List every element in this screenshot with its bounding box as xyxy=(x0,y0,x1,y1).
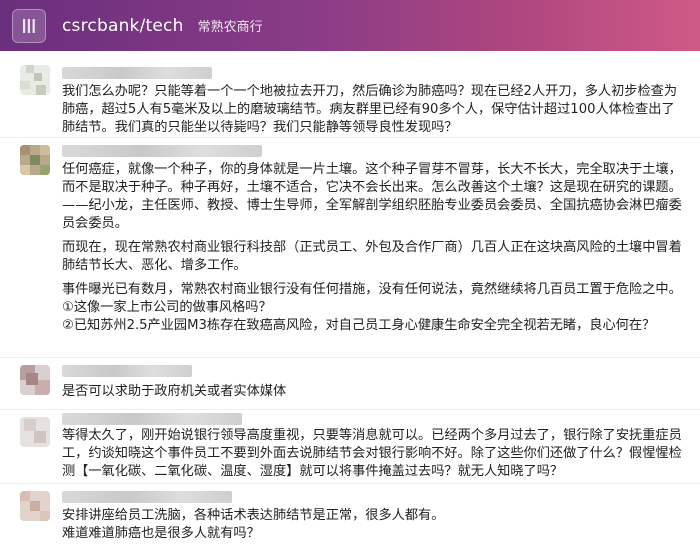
channel-subtitle: 常熟农商行 xyxy=(197,20,263,35)
post-body: 我们怎么办呢？只能等着一个一个地被拉去开刀，然后确诊为肺癌吗？现在已经2人开刀，… xyxy=(62,83,682,137)
post-text: 安排讲座给员工洗脑，各种话术表达肺结节是正常，很多人都有。 xyxy=(62,508,445,523)
avatar[interactable] xyxy=(20,491,50,521)
divider xyxy=(0,357,700,358)
divider xyxy=(0,409,700,410)
username[interactable] xyxy=(62,491,232,503)
username[interactable] xyxy=(62,67,212,79)
post-text: 而现在，现在常熟农村商业银行科技部（正式员工、外包及合作厂商）几百人正在这块高风… xyxy=(62,240,682,273)
message-feed[interactable]: 我们怎么办呢？只能等着一个一个地被拉去开刀，然后确诊为肺癌吗？现在已经2人开刀，… xyxy=(0,51,700,546)
avatar[interactable] xyxy=(20,145,50,175)
post-text: 难道难道肺癌也是很多人就有吗？ xyxy=(62,526,260,541)
post-text: 我们怎么办呢？只能等着一个一个地被拉去开刀，然后确诊为肺癌吗？现在已经2人开刀，… xyxy=(62,84,678,135)
username[interactable] xyxy=(62,365,192,377)
divider xyxy=(0,137,700,138)
divider xyxy=(0,483,700,484)
avatar[interactable] xyxy=(20,65,50,95)
post-body: 是否可以求助于政府机关或者实体媒体 xyxy=(62,383,682,401)
avatar[interactable] xyxy=(20,365,50,395)
list-item: ①这像一家上市公司的做事风格吗？ xyxy=(62,300,272,315)
username[interactable] xyxy=(62,413,242,425)
post-text: 是否可以求助于政府机关或者实体媒体 xyxy=(62,384,287,399)
post-body: 任何癌症，就像一个种子，你的身体就是一片土壤。这个种子冒芽不冒芽，长大不长大，完… xyxy=(62,161,682,335)
list-item: ②已知苏州2.5产业园M3栋存在致癌高风险，对自己员工身心健康生命安全完全视若无… xyxy=(62,318,656,333)
channel-name[interactable]: csrcbank/tech xyxy=(62,16,184,36)
channel-header: csrcbank/tech 常熟农商行 xyxy=(0,0,700,51)
post-text: 任何癌症，就像一个种子，你的身体就是一片土壤。这个种子冒芽不冒芽，长大不长大，完… xyxy=(62,162,682,231)
avatar[interactable] xyxy=(20,417,50,447)
post-text: 等得太久了，刚开始说银行领导高度重视，只要等消息就可以。已经两个多月过去了，银行… xyxy=(62,428,682,479)
channel-logo-icon[interactable] xyxy=(12,8,46,43)
post-body: 等得太久了，刚开始说银行领导高度重视，只要等消息就可以。已经两个多月过去了，银行… xyxy=(62,427,682,481)
app-window: csrcbank/tech 常熟农商行 我们怎么办呢？只能等着一个一个地被拉去开… xyxy=(0,0,700,546)
post-text: 事件曝光已有数月，常熟农村商业银行没有任何措施，没有任何说法，竟然继续将几百员工… xyxy=(62,282,682,297)
username[interactable] xyxy=(62,145,262,157)
channel-logo-glyph xyxy=(23,18,35,33)
post-body: 安排讲座给员工洗脑，各种话术表达肺结节是正常，很多人都有。 难道难道肺癌也是很多… xyxy=(62,507,682,543)
